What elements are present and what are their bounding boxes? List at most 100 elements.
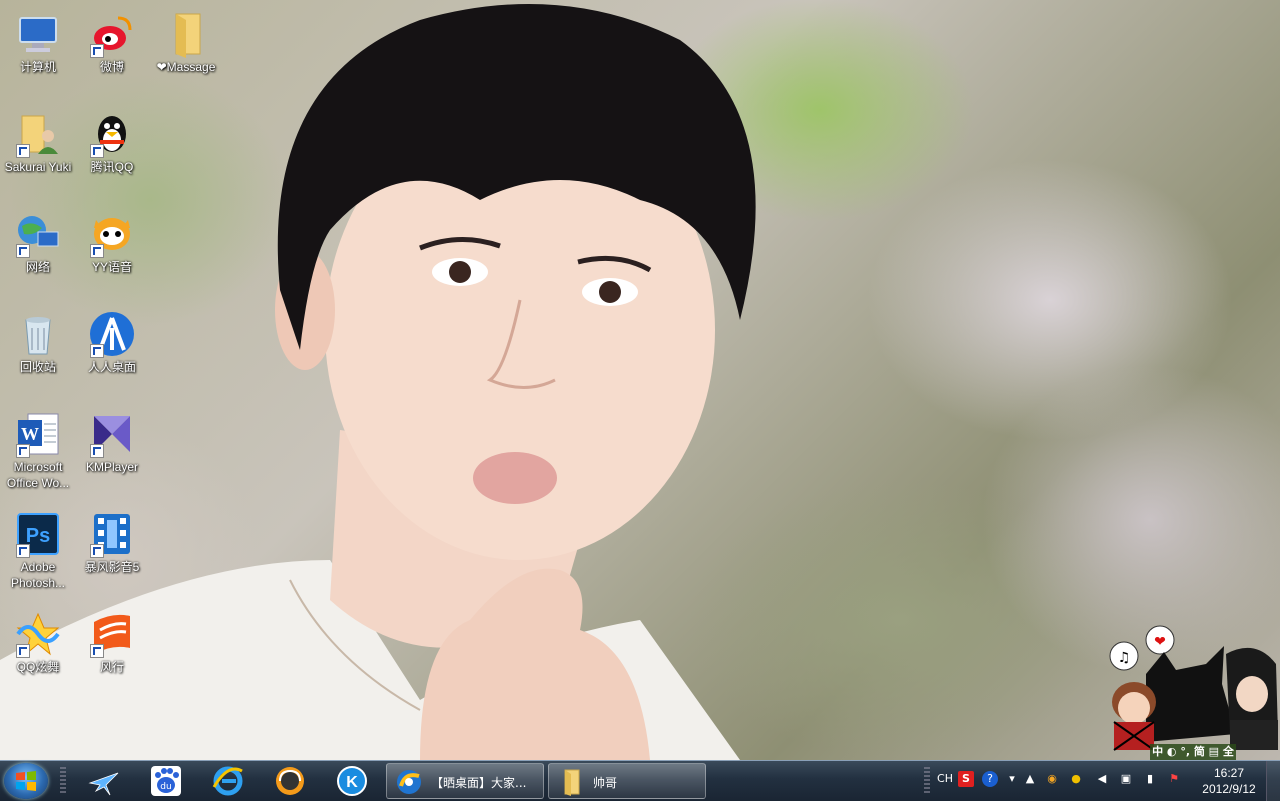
desktop-icon-sakurai-yuki[interactable]: Sakurai Yuki	[0, 104, 78, 196]
quick-launch-baidu[interactable]: du	[144, 765, 188, 797]
shortcut-arrow-icon	[16, 644, 30, 658]
icon-label: QQ炫舞	[16, 660, 60, 674]
computer-icon	[14, 10, 62, 58]
taskbar-button-browser[interactable]: 【晒桌面】大家...	[386, 763, 544, 799]
icon-label: ❤Massage	[156, 60, 216, 74]
start-button[interactable]	[4, 763, 48, 799]
weibo-icon	[88, 10, 136, 58]
help-icon[interactable]: ?	[982, 771, 998, 787]
clock[interactable]: 16:27 2012/9/12	[1194, 765, 1264, 797]
desktop-icon-baofeng[interactable]: 暴风影音5	[72, 504, 152, 596]
icon-label: 微博	[99, 60, 124, 74]
desktop-icon-kmplayer[interactable]: KMPlayer	[72, 404, 152, 496]
icon-label: 腾讯QQ	[90, 160, 134, 174]
shortcut-arrow-icon	[16, 244, 30, 258]
windows-logo-icon	[16, 771, 36, 791]
network-icon	[14, 210, 62, 258]
airplane-icon	[88, 772, 119, 796]
renren-icon	[88, 310, 136, 358]
icon-label: Sakurai Yuki	[4, 160, 72, 174]
desktop-wallpaper	[0, 0, 1280, 760]
baidu-icon: du	[151, 766, 181, 796]
folder-icon	[564, 769, 580, 796]
quick-launch-music[interactable]	[268, 765, 312, 797]
funshion-icon	[88, 610, 136, 658]
icon-label: YY语音	[91, 260, 132, 274]
shortcut-arrow-icon	[90, 344, 104, 358]
show-desktop-button[interactable]	[1266, 761, 1280, 801]
desktop-icon-renren[interactable]: 人人桌面	[72, 304, 152, 396]
svg-text:♫: ♫	[1118, 650, 1131, 666]
tray-grip[interactable]	[924, 767, 930, 795]
shortcut-arrow-icon	[90, 444, 104, 458]
network-icon[interactable]: ▣	[1118, 771, 1134, 787]
clock-date: 2012/9/12	[1202, 782, 1256, 796]
desktop-icon-computer[interactable]: 计算机	[0, 4, 78, 96]
taskbar-grip[interactable]	[60, 767, 66, 795]
svg-text:du: du	[160, 782, 171, 792]
music-player-icon	[276, 767, 304, 795]
taskbar-button-folder[interactable]: 帅哥	[548, 763, 706, 799]
flag-icon[interactable]: ⚑	[1166, 771, 1182, 787]
kugou-icon: K	[337, 766, 367, 796]
sogou-icon[interactable]: S	[958, 771, 974, 787]
desktop-icon-funshion[interactable]: 风行	[72, 604, 152, 696]
desktop-icon-massage-folder[interactable]: ❤Massage	[146, 4, 226, 96]
icon-label: KMPlayer	[85, 460, 138, 474]
desktop-icon-photoshop[interactable]: Ps Adobe Photosh...	[0, 504, 78, 604]
battery-icon[interactable]: ▮	[1142, 771, 1158, 787]
clock-time: 16:27	[1213, 766, 1245, 780]
quick-launch-ie[interactable]	[206, 765, 250, 797]
word-icon: W	[14, 410, 62, 458]
quick-launch-airplane[interactable]	[82, 765, 126, 797]
task-label: 【晒桌面】大家...	[431, 776, 527, 790]
recycle-bin-icon	[14, 310, 62, 358]
shortcut-arrow-icon	[90, 144, 104, 158]
arrow-icon[interactable]: ▾	[1004, 771, 1020, 787]
desktop-icon-word[interactable]: W Microsoft Office Wo...	[0, 404, 78, 504]
ime-status-bar[interactable]: 中 ◐ °, 简 ▤ 全	[1150, 744, 1236, 760]
wallpaper-portrait	[0, 4, 756, 760]
anime-characters-illustration: ♫ ❤	[1109, 625, 1278, 760]
icon-label: 网络	[25, 260, 50, 274]
icon-label: 计算机	[19, 60, 56, 74]
qq-icon[interactable]: ●	[1068, 771, 1084, 787]
browser-icon	[397, 770, 421, 794]
shortcut-arrow-icon	[90, 44, 104, 58]
taskbar: du K 【晒桌面】大家... 帅哥 CH S ? ▾ ▲ ◉ ● ◀ ▣ ▮ …	[0, 760, 1280, 801]
photoshop-icon: Ps	[14, 510, 62, 558]
qq-dance-icon	[14, 610, 62, 658]
svg-text:❤: ❤	[1154, 634, 1166, 650]
desktop-icon-weibo[interactable]: 微博	[72, 4, 152, 96]
quick-launch-kugou[interactable]: K	[330, 765, 374, 797]
shortcut-arrow-icon	[16, 544, 30, 558]
desktop-icon-recycle-bin[interactable]: 回收站	[0, 304, 78, 396]
shortcut-arrow-icon	[16, 444, 30, 458]
shortcut-arrow-icon	[90, 244, 104, 258]
language-indicator[interactable]: CH	[936, 771, 954, 787]
icon-label: 回收站	[19, 360, 56, 374]
icon-label: Adobe Photosh...	[10, 560, 66, 590]
desktop-icon-yy[interactable]: YY语音	[72, 204, 152, 296]
kmplayer-icon	[88, 410, 136, 458]
desktop-icon-network[interactable]: 网络	[0, 204, 78, 296]
internet-explorer-icon	[212, 766, 243, 796]
desktop-anime-gadget[interactable]: ♫ ❤ 中 ◐ °, 简 ▤ 全	[1106, 624, 1280, 760]
shortcut-arrow-icon	[90, 644, 104, 658]
icon-label: 人人桌面	[87, 360, 136, 374]
expand-icon[interactable]: ▲	[1022, 771, 1038, 787]
volume-icon[interactable]: ◀	[1094, 771, 1110, 787]
cat-icon[interactable]: ◉	[1044, 771, 1060, 787]
icon-label: 暴风影音5	[84, 560, 140, 574]
user-folder-icon	[14, 110, 62, 158]
yy-voice-icon	[88, 210, 136, 258]
shortcut-arrow-icon	[90, 544, 104, 558]
icon-label: Microsoft Office Wo...	[6, 460, 70, 490]
svg-text:W: W	[21, 424, 39, 444]
task-label: 帅哥	[593, 776, 618, 790]
desktop-icon-qq-dance[interactable]: QQ炫舞	[0, 604, 78, 696]
qq-penguin-icon	[88, 110, 136, 158]
icon-label: 风行	[99, 660, 124, 674]
desktop-icon-qq[interactable]: 腾讯QQ	[72, 104, 152, 196]
svg-text:K: K	[346, 774, 358, 791]
